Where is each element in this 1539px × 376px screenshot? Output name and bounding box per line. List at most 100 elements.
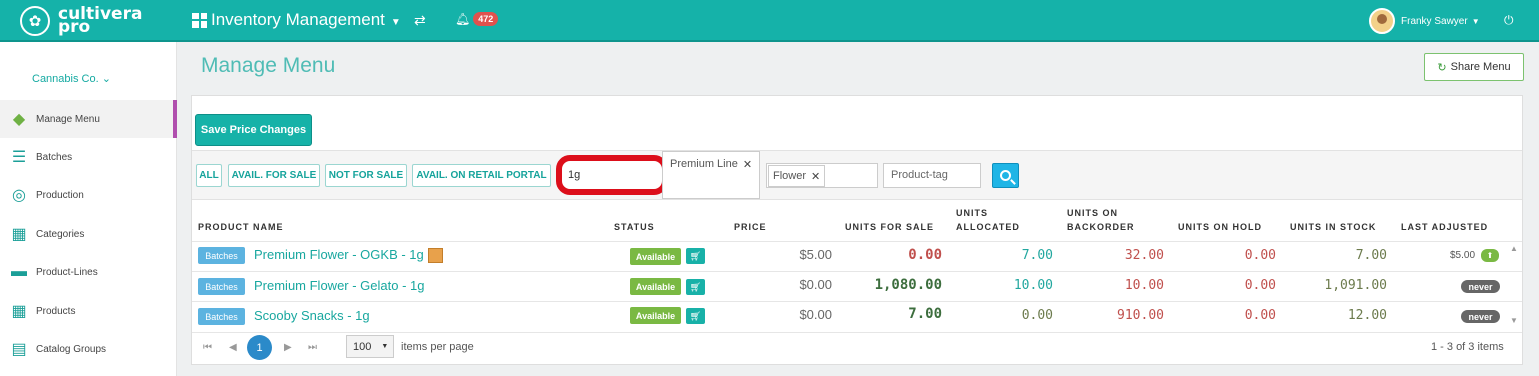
product-name-link[interactable]: Premium Flower - Gelato - 1g (254, 278, 425, 293)
save-price-changes-button[interactable]: Save Price Changes (195, 114, 312, 146)
units-backorder: 10.00 (1124, 278, 1164, 293)
sidebar-item-label: Production (36, 189, 84, 201)
sidebar-item-batches[interactable]: ☰ Batches (0, 138, 177, 176)
share-menu-label: Share Menu (1450, 61, 1511, 73)
close-icon[interactable]: ✕ (743, 158, 752, 171)
cultivera-logo-icon: ✿ (20, 6, 50, 36)
search-icon (1000, 170, 1011, 181)
last-adjusted-badge: never (1461, 310, 1500, 323)
price-value[interactable]: $0.00 (752, 307, 832, 322)
col-units-in-stock[interactable]: UNITS IN STOCK (1290, 220, 1376, 234)
org-name: Cannabis Co. (32, 73, 99, 85)
refresh-icon: ↻ (1437, 61, 1447, 74)
batches-button[interactable]: Batches (198, 247, 245, 264)
col-units-for-sale[interactable]: UNITS FOR SALE (845, 220, 934, 234)
leaf-icon: ◆ (12, 111, 26, 128)
grid-icon: ▦ (11, 226, 27, 243)
product-line-tag: Premium Line ✕ (666, 153, 757, 175)
product-line-tag-label: Premium Line (670, 158, 738, 170)
filter-all-button[interactable]: ALL (196, 164, 222, 187)
cart-icon[interactable]: 🛒︎ (686, 248, 705, 264)
col-units-backorder[interactable]: UNITS ON BACKORDER (1067, 206, 1135, 234)
units-backorder: 32.00 (1124, 248, 1164, 263)
apps-grid-icon (192, 12, 207, 28)
prev-page-icon[interactable]: ◀ (229, 342, 237, 353)
sidebar-item-categories[interactable]: ▦ Categories (0, 215, 177, 253)
sidebar-item-products[interactable]: ▦ Products (0, 292, 177, 330)
product-name-link[interactable]: Premium Flower - OGKB - 1g (254, 247, 424, 262)
chevron-down-icon: ▼ (381, 343, 389, 350)
top-bar: ✿ cultivera pro Inventory Management ▼ ⇄… (0, 0, 1539, 42)
units-backorder: 910.00 (1117, 308, 1164, 323)
price-value[interactable]: $0.00 (752, 277, 832, 292)
items-per-page-label: items per page (401, 341, 474, 353)
search-input-highlight (556, 155, 668, 195)
products-icon: ▦ (11, 303, 27, 320)
col-status[interactable]: STATUS (614, 220, 655, 234)
notifications-button[interactable]: 🔔︎ 472 (455, 12, 499, 26)
module-switcher[interactable]: Inventory Management ▼ (192, 10, 401, 30)
units-allocated: 10.00 (1013, 278, 1053, 293)
cart-icon[interactable]: 🛒︎ (686, 308, 705, 324)
product-lines-icon: ▬ (11, 263, 27, 280)
list-icon: ☰ (11, 149, 27, 166)
first-page-icon[interactable]: ⏮ (203, 342, 212, 353)
swap-arrows-icon[interactable]: ⇄ (414, 12, 426, 29)
col-product-name[interactable]: PRODUCT NAME (198, 220, 284, 234)
chevron-down-icon: ▼ (1471, 16, 1480, 26)
col-units-backorder-line1: UNITS ON (1067, 208, 1119, 218)
product-name-link[interactable]: Scooby Snacks - 1g (254, 308, 370, 323)
items-per-page-value: 100 (353, 340, 372, 353)
chevron-down-icon: ⌄ (101, 73, 111, 85)
pager-range: 1 - 3 of 3 items (1431, 341, 1504, 353)
org-selector[interactable]: Cannabis Co. ⌄ (32, 72, 111, 85)
last-page-icon[interactable]: ⏭ (308, 342, 317, 353)
close-icon[interactable]: ✕ (811, 170, 820, 183)
batches-button[interactable]: Batches (198, 308, 245, 325)
sidebar-item-product-lines[interactable]: ▬ Product-Lines (0, 253, 177, 291)
page-title: Manage Menu (201, 54, 336, 77)
sidebar-item-production[interactable]: ◎ Production (0, 176, 177, 214)
search-input[interactable] (568, 167, 658, 183)
sidebar-item-label: Products (36, 305, 76, 317)
price-value[interactable]: $5.00 (752, 247, 832, 262)
status-badge[interactable]: Available (630, 278, 681, 295)
production-icon: ◎ (12, 187, 26, 204)
batches-button[interactable]: Batches (198, 278, 245, 295)
units-for-sale: 1,080.00 (874, 277, 942, 293)
package-icon (428, 248, 443, 263)
units-in-stock: 7.00 (1355, 248, 1387, 263)
sidebar-item-catalog-groups[interactable]: ▤ Catalog Groups (0, 330, 177, 368)
units-for-sale: 0.00 (908, 247, 942, 263)
search-button[interactable] (992, 163, 1019, 188)
cart-icon[interactable]: 🛒︎ (686, 279, 705, 295)
filter-avail-retail-portal-button[interactable]: AVAIL. ON RETAIL PORTAL (412, 164, 551, 187)
col-last-adjusted[interactable]: LAST ADJUSTED (1401, 220, 1488, 234)
items-per-page-select[interactable]: 100 ▼ (346, 335, 394, 358)
user-menu[interactable]: Franky Sawyer ▼ (1369, 8, 1480, 34)
filter-avail-for-sale-button[interactable]: AVAIL. FOR SALE (228, 164, 320, 187)
col-units-allocated[interactable]: UNITS ALLOCATED (956, 206, 1020, 234)
units-on-hold: 0.00 (1244, 248, 1276, 263)
share-menu-button[interactable]: ↻ Share Menu (1424, 53, 1524, 81)
next-page-icon[interactable]: ▶ (284, 342, 292, 353)
col-units-on-hold[interactable]: UNITS ON HOLD (1178, 220, 1262, 234)
sidebar-item-label: Catalog Groups (36, 343, 107, 355)
units-allocated: 0.00 (1021, 308, 1053, 323)
power-icon[interactable]: ⏻ (1504, 13, 1514, 28)
category-tag: Flower ✕ (768, 165, 826, 187)
col-units-allocated-line2: ALLOCATED (956, 222, 1020, 232)
filter-not-for-sale-button[interactable]: NOT FOR SALE (325, 164, 407, 187)
units-for-sale: 7.00 (908, 306, 942, 322)
product-tag-filter[interactable]: Product-tag (883, 163, 981, 188)
last-adjusted-badge: never (1461, 280, 1500, 293)
sidebar-item-manage-menu[interactable]: ◆ Manage Menu (0, 100, 177, 138)
status-badge[interactable]: Available (630, 307, 681, 324)
notification-count-badge: 472 (473, 12, 499, 26)
status-badge[interactable]: Available (630, 248, 681, 265)
logo[interactable]: ✿ cultivera pro (20, 6, 142, 36)
units-allocated: 7.00 (1021, 248, 1053, 263)
col-price[interactable]: PRICE (734, 220, 767, 234)
page-button-current[interactable]: 1 (247, 335, 272, 360)
user-name: Franky Sawyer (1401, 15, 1468, 27)
